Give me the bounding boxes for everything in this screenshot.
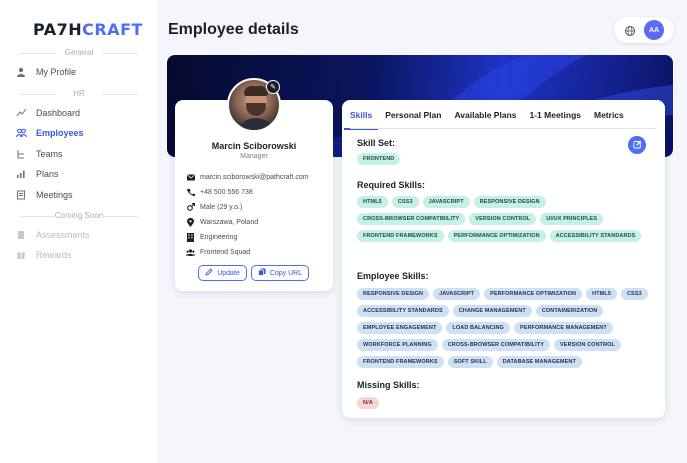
tab-bar: Skills Personal Plan Available Plans 1-1…: [343, 110, 637, 130]
globe-icon[interactable]: [624, 24, 636, 36]
skill-tag: FRONTEND FRAMEWORKS: [357, 356, 444, 368]
person-icon: [14, 65, 28, 79]
info-department: Engineering: [186, 231, 331, 243]
sidebar-item-employees[interactable]: Employees: [14, 124, 150, 142]
dashboard-icon: [14, 106, 28, 120]
skill-tag: DATABASE MANAGEMENT: [496, 356, 582, 368]
skill-tag: CROSS-BROWSER COMPATIBILITY: [357, 213, 466, 225]
info-phone: +48 500 556 738: [186, 186, 331, 198]
skill-tag: RESPONSIVE DESIGN: [473, 196, 546, 208]
info-team: Frontend Squad: [186, 246, 331, 258]
edit-icon: [632, 136, 642, 154]
employee-skills-tags: RESPONSIVE DESIGN JAVASCRIPT PERFORMANCE O…: [357, 288, 652, 368]
skill-set-heading: Skill Set:: [357, 138, 396, 148]
assessments-icon: [14, 228, 28, 242]
missing-skills-tags: N/A: [357, 397, 652, 409]
skill-tag: N/A: [357, 397, 379, 409]
skill-tag: ACCESSIBILITY STANDARDS: [357, 305, 449, 317]
skill-tag: WORKFORCE PLANNING: [357, 339, 438, 351]
info-gender: Male (29 y.o.): [186, 201, 331, 213]
page-title: Employee details: [168, 21, 299, 38]
sidebar-item-meetings[interactable]: Meetings: [14, 186, 150, 204]
sidebar-item-assessments: Assessments: [14, 226, 150, 244]
skill-tag: CROSS-BROWSER COMPATIBILITY: [441, 339, 551, 351]
skill-tag: ACCESSIBILITY STANDARDS: [549, 230, 642, 242]
plans-icon: [14, 167, 28, 181]
skill-tag: PERFORMANCE OPTIMIZATION: [484, 288, 583, 300]
skill-tag: FRONTEND FRAMEWORKS: [357, 230, 444, 242]
skill-tag: RESPONSIVE DESIGN: [357, 288, 430, 300]
mail-icon: [186, 173, 195, 182]
skill-tag: JAVASCRIPT: [422, 196, 470, 208]
sidebar-item-label: Meetings: [36, 190, 73, 200]
skill-tag: JAVASCRIPT: [433, 288, 481, 300]
tab-divider: [350, 128, 656, 129]
tab-available-plans[interactable]: Available Plans: [454, 110, 516, 124]
rewards-icon: [14, 248, 28, 262]
pencil-icon: [205, 268, 213, 278]
skill-tag: EMPLOYEE ENGAGEMENT: [357, 322, 443, 334]
skill-tag: CSS3: [391, 196, 419, 208]
skill-tag: PERFORMANCE MANAGEMENT: [513, 322, 613, 334]
copy-url-button[interactable]: Copy URL: [251, 265, 309, 281]
sidebar-item-label: Dashboard: [36, 108, 81, 118]
section-hr: HR: [14, 89, 144, 98]
sidebar-item-label: Employees: [36, 128, 84, 138]
skill-tag: UI/UX PRINCIPLES: [540, 213, 604, 225]
section-coming-soon: Coming Soon: [14, 211, 144, 220]
sidebar: PA7HCRAFT General My Profile HR Dashboar…: [0, 0, 157, 463]
sidebar-item-dashboard[interactable]: Dashboard: [14, 104, 150, 122]
skill-tag: FRONTEND: [357, 153, 401, 165]
section-general: General: [14, 48, 144, 57]
tab-skills[interactable]: Skills: [343, 110, 379, 130]
sidebar-item-label: My Profile: [36, 67, 77, 77]
skill-tag: CONTAINERIZATION: [535, 305, 604, 317]
skill-tag: CHANGE MANAGEMENT: [452, 305, 532, 317]
missing-skills-heading: Missing Skills:: [357, 380, 420, 390]
employees-icon: [14, 126, 28, 140]
info-location: Warszawa, Poland: [186, 216, 331, 228]
skill-tag: SOFT SKILL: [447, 356, 493, 368]
location-pin-icon: [186, 217, 195, 227]
skill-tag: PERFORMANCE OPTIMIZATION: [447, 230, 546, 242]
sidebar-item-teams[interactable]: Teams: [14, 145, 150, 163]
sidebar-item-label: Assessments: [36, 230, 90, 240]
employee-name: Marcin Sciborowski: [211, 141, 297, 151]
employee-role: Manager: [240, 153, 268, 160]
sidebar-item-plans[interactable]: Plans: [14, 165, 150, 183]
sidebar-item-label: Rewards: [36, 250, 72, 260]
update-button[interactable]: Update: [198, 265, 247, 281]
pencil-icon[interactable]: ✎: [266, 80, 280, 94]
skill-tag: VERSION CONTROL: [469, 213, 537, 225]
user-avatar[interactable]: AA: [644, 20, 664, 40]
sidebar-item-rewards: Rewards: [14, 246, 150, 264]
sidebar-item-my-profile[interactable]: My Profile: [14, 63, 150, 81]
male-icon: [186, 203, 195, 212]
edit-skills-button[interactable]: [628, 136, 646, 154]
skill-tag: HTML5: [357, 196, 388, 208]
brand-logo[interactable]: PA7HCRAFT: [33, 20, 143, 39]
building-icon: [186, 232, 195, 242]
skill-tag: VERSION CONTROL: [554, 339, 622, 351]
tab-personal-plan[interactable]: Personal Plan: [385, 110, 441, 124]
skill-tag: LOAD BALANCING: [446, 322, 510, 334]
copy-icon: [257, 268, 266, 278]
info-email: marcin.sciborowski@pathcraft.com: [186, 171, 331, 183]
required-skills-heading: Required Skills:: [357, 180, 426, 190]
sidebar-item-label: Plans: [36, 169, 59, 179]
users-icon: [186, 248, 195, 257]
sidebar-item-label: Teams: [36, 149, 63, 159]
tab-metrics[interactable]: Metrics: [594, 110, 624, 124]
skill-tag: HTML5: [586, 288, 617, 300]
skill-set-tags: FRONTEND: [357, 153, 652, 165]
teams-icon: [14, 147, 28, 161]
user-toolbar: AA: [614, 17, 674, 43]
employee-skills-heading: Employee Skills:: [357, 271, 429, 281]
skill-tag: CSS3: [620, 288, 648, 300]
meetings-icon: [14, 188, 28, 202]
tab-1-1-meetings[interactable]: 1-1 Meetings: [530, 110, 582, 124]
phone-icon: [186, 188, 195, 197]
required-skills-tags: HTML5 CSS3 JAVASCRIPT RESPONSIVE DESIGN CROS…: [357, 196, 652, 242]
